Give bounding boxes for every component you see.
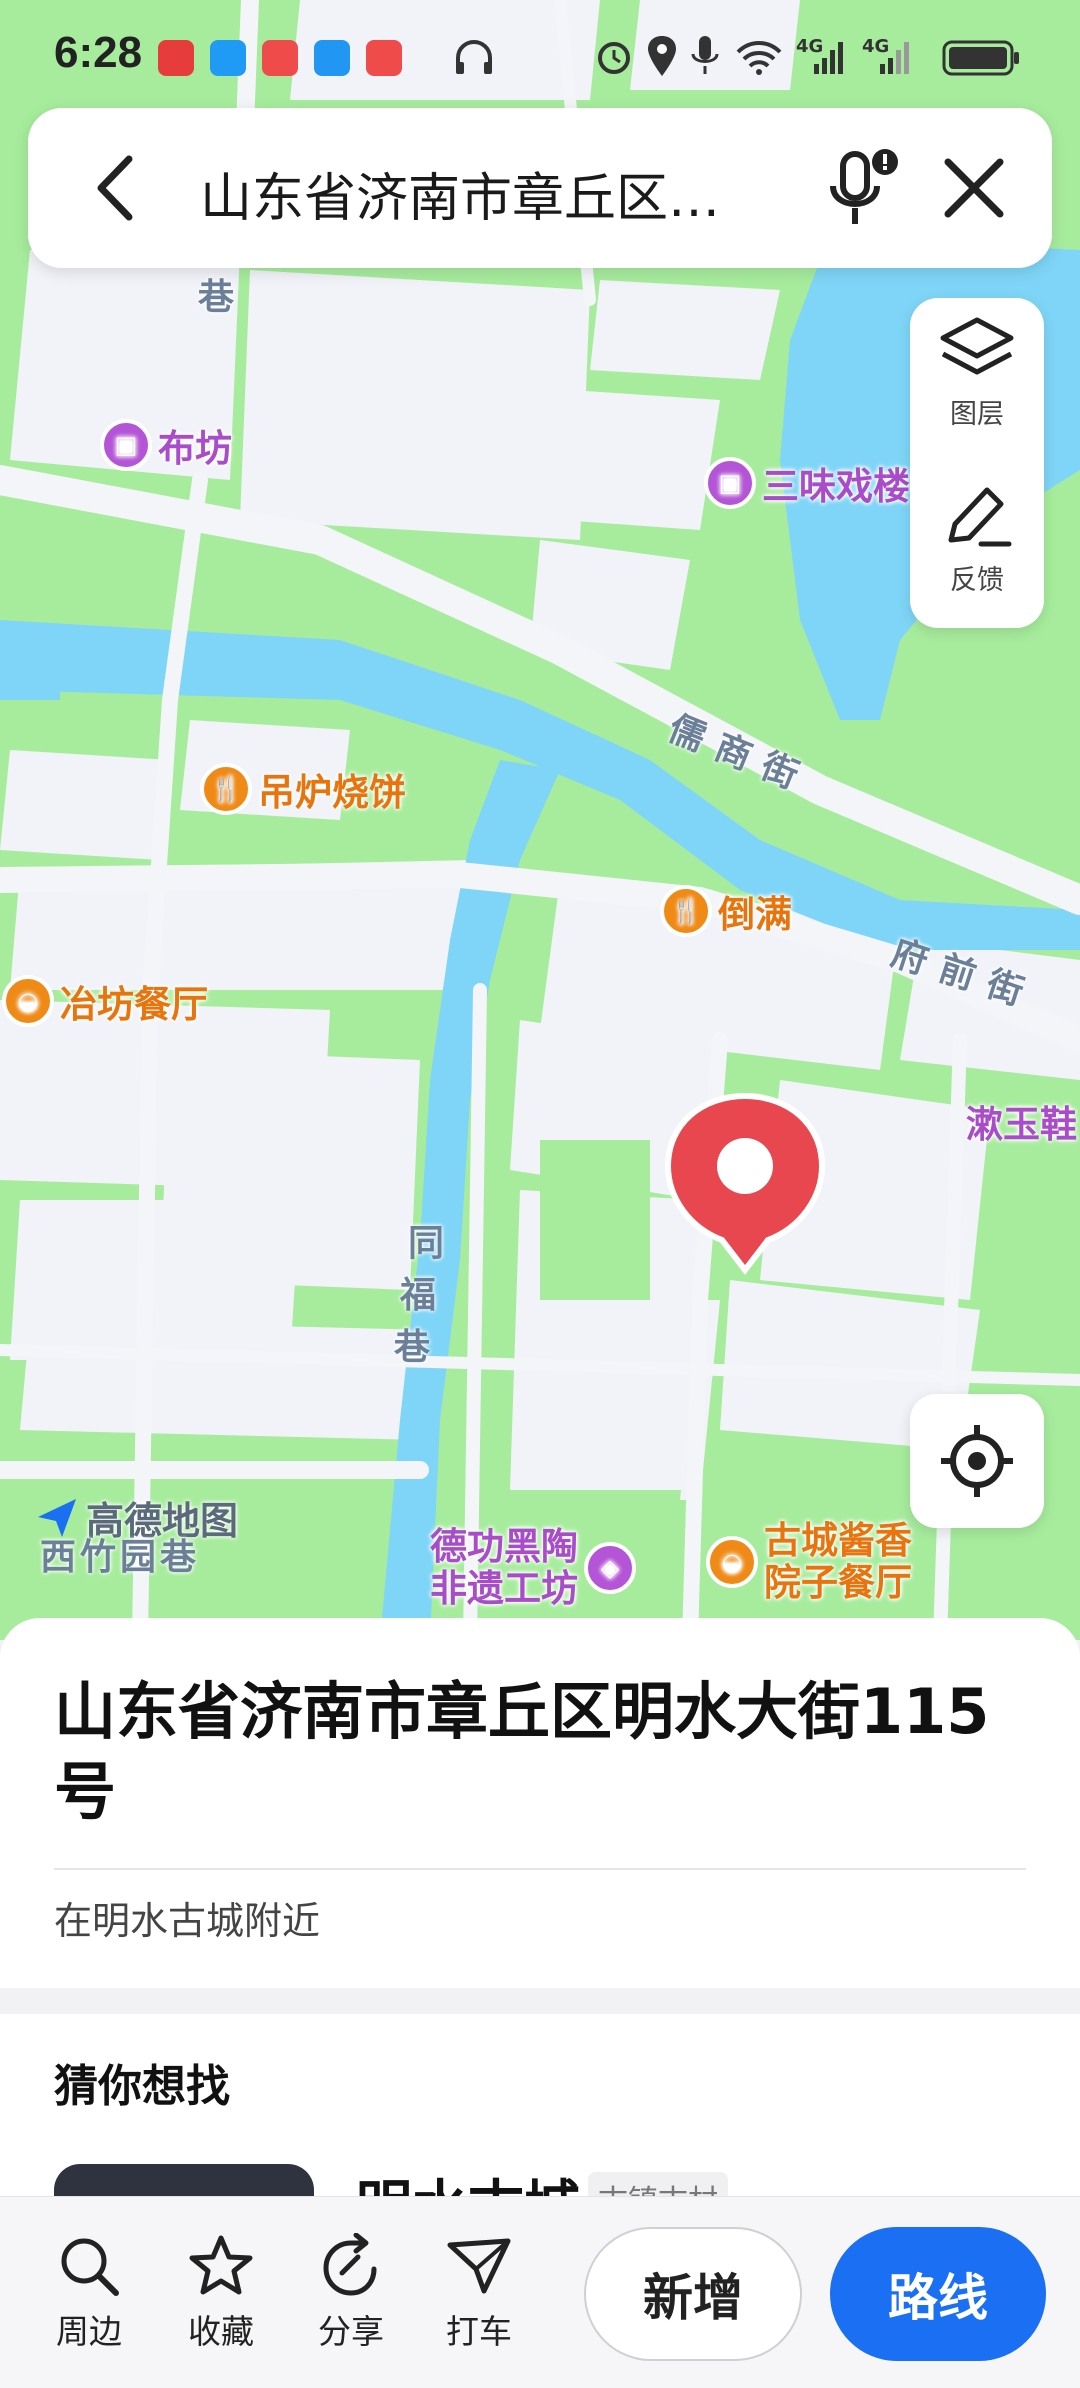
poi-daoman[interactable]: 🍴 倒满 — [660, 884, 792, 938]
street-label-tongfu-2: 福 — [400, 1275, 437, 1316]
locate-me-button[interactable] — [910, 1394, 1044, 1528]
feedback-button[interactable]: 反馈 — [910, 464, 1044, 624]
huawei-app-icon — [158, 40, 194, 76]
bowl-icon: ◒ — [2, 975, 54, 1027]
street-label-tongfu-3: 巷 — [394, 1327, 431, 1368]
wifi-icon — [736, 41, 782, 75]
poi-label: 冶坊餐厅 — [60, 983, 208, 1026]
poi-label: 三味戏楼 — [762, 465, 910, 508]
message-app-icon — [210, 40, 246, 76]
poi-degong-heitao[interactable]: 德功黑陶 非遗工坊 ◈ — [430, 1526, 636, 1610]
back-button[interactable] — [70, 142, 162, 234]
battery-saver-app-icon — [366, 40, 402, 76]
alarm-icon — [598, 42, 630, 74]
bottom-action-bar: 周边 收藏 分享 打车 新增 路线 — [0, 2196, 1080, 2388]
taxi-icon — [447, 2238, 511, 2294]
street-label-xiang: 巷 — [198, 277, 235, 318]
favorite-label: 收藏 — [188, 2312, 254, 2351]
poi-label: 布坊 — [158, 427, 232, 470]
search-icon — [61, 2238, 119, 2296]
voice-search-button[interactable] — [808, 138, 918, 238]
chevron-left-icon — [97, 155, 133, 221]
shopping-bag-icon: ◈ — [584, 1542, 636, 1594]
close-icon — [944, 158, 1004, 218]
poi-label: 漱玉鞋 — [966, 1103, 1077, 1146]
poi-yefang-canting[interactable]: ◒ 冶坊餐厅 — [2, 974, 208, 1028]
signal-icon-1 — [814, 42, 843, 74]
crosshair-icon — [941, 1425, 1013, 1497]
bowl-icon: ◒ — [706, 1536, 758, 1588]
star-icon — [189, 2235, 253, 2295]
route-button[interactable]: 路线 — [830, 2227, 1046, 2361]
taxi-label: 打车 — [446, 2312, 512, 2351]
poi-bufang[interactable]: ▣ 布坊 — [100, 418, 232, 472]
layers-label: 图层 — [950, 399, 1004, 430]
taxi-button[interactable]: 打车 — [424, 2233, 534, 2353]
nearby-button[interactable]: 周边 — [34, 2233, 144, 2353]
search-query-text[interactable]: 山东省济南市章丘区… — [200, 156, 720, 231]
battery-icon — [942, 40, 1019, 76]
microphone-icon — [830, 149, 898, 224]
add-button[interactable]: 新增 — [584, 2227, 802, 2361]
poi-diaolu-shaobing[interactable]: 🍴 吊炉烧饼 — [200, 762, 406, 816]
street-label-tongfu-1: 同 — [408, 1223, 445, 1264]
map-control-panel: 图层 反馈 — [910, 298, 1044, 628]
poi-label-line2: 非遗工坊 — [430, 1567, 578, 1610]
share-label: 分享 — [318, 2312, 384, 2351]
poi-gucheng-jiangxiang[interactable]: ◒ 古城酱香 院子餐厅 — [706, 1520, 912, 1604]
place-address: 山东省济南市章丘区明水大街115号 — [54, 1675, 990, 1828]
poi-label: 倒满 — [718, 893, 792, 936]
microphone-status-icon — [691, 36, 719, 74]
poi-shuyu-xie[interactable]: 漱玉鞋 — [966, 1094, 1077, 1148]
cloud-app-icon — [314, 40, 350, 76]
divider — [54, 1868, 1026, 1870]
shop-icon: ▣ — [704, 457, 756, 509]
favorite-button[interactable]: 收藏 — [166, 2233, 276, 2353]
layers-button[interactable]: 图层 — [910, 298, 1044, 458]
shop-icon: ▣ — [100, 419, 152, 471]
reader-app-icon — [262, 40, 298, 76]
poi-label: 古城酱香 — [764, 1519, 912, 1562]
fork-knife-icon: 🍴 — [660, 885, 712, 937]
nearby-label: 周边 — [56, 2312, 122, 2351]
fork-knife-icon: 🍴 — [200, 763, 252, 815]
share-icon — [323, 2233, 377, 2296]
poi-label-line2: 院子餐厅 — [764, 1561, 912, 1604]
status-time: 6:28 — [54, 28, 143, 77]
edit-pen-icon — [948, 487, 1012, 547]
location-status-icon — [648, 36, 676, 76]
signal-icon-2 — [880, 42, 909, 74]
layers-icon — [940, 317, 1014, 375]
place-info-card: 山东省济南市章丘区明水大街115号 在明水古城附近 — [0, 1618, 1080, 1988]
location-pin-icon[interactable] — [660, 1090, 830, 1280]
poi-sanwei-xilou[interactable]: ▣ 三味戏楼 — [704, 456, 910, 510]
headphones-icon — [456, 39, 492, 74]
poi-label: 吊炉烧饼 — [258, 771, 406, 814]
clear-button[interactable] — [928, 142, 1020, 234]
guess-section-title: 猜你想找 — [54, 2061, 230, 2112]
feedback-label: 反馈 — [950, 565, 1004, 596]
street-label-xizhuyuan: 西竹园巷 — [40, 1537, 201, 1578]
poi-label: 德功黑陶 — [430, 1525, 578, 1568]
place-nearby-text: 在明水古城附近 — [54, 1899, 321, 1943]
status-bar: 6:28 4G 4G — [0, 0, 1080, 110]
share-button[interactable]: 分享 — [296, 2233, 406, 2353]
search-bar[interactable]: 山东省济南市章丘区… — [28, 108, 1052, 268]
